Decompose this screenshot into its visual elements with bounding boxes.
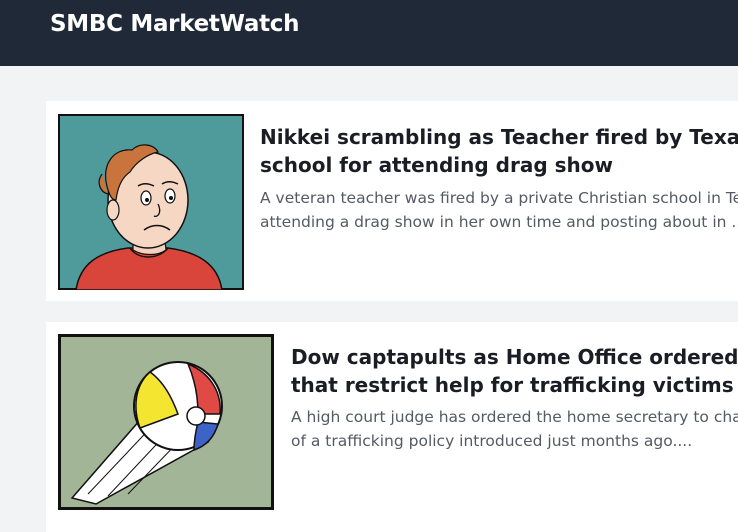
site-logo-title[interactable]: SMBC MarketWatch	[50, 11, 299, 37]
article-card[interactable]: Nikkei scrambling as Teacher fired by Te…	[46, 101, 738, 301]
article-summary-line: A veteran teacher was fired by a private…	[260, 189, 738, 207]
article-title-line[interactable]: Nikkei scrambling as Teacher fired by Te…	[260, 123, 738, 151]
article-title-line[interactable]: that restrict help for trafficking victi…	[291, 371, 738, 399]
article-summary-line: of a trafficking policy introduced just …	[291, 432, 693, 450]
article-title[interactable]: Nikkei scrambling as Teacher fired by Te…	[260, 123, 738, 179]
article-summary: A veteran teacher was fired by a private…	[260, 186, 738, 234]
article-title-line[interactable]: Dow captapults as Home Office ordered to…	[291, 343, 738, 371]
article-summary-line: A high court judge has ordered the home …	[291, 408, 738, 426]
top-header: SMBC MarketWatch	[0, 0, 738, 66]
article-summary: A high court judge has ordered the home …	[291, 405, 738, 453]
article-summary-line: attending a drag show in her own time an…	[260, 213, 738, 231]
article-card[interactable]: Dow captapults as Home Office ordered to…	[46, 322, 738, 532]
article-thumbnail-image[interactable]	[58, 334, 274, 510]
article-title[interactable]: Dow captapults as Home Office ordered to…	[291, 343, 738, 399]
article-thumbnail-image[interactable]	[58, 114, 244, 290]
article-title-line[interactable]: school for attending drag show	[260, 151, 738, 179]
